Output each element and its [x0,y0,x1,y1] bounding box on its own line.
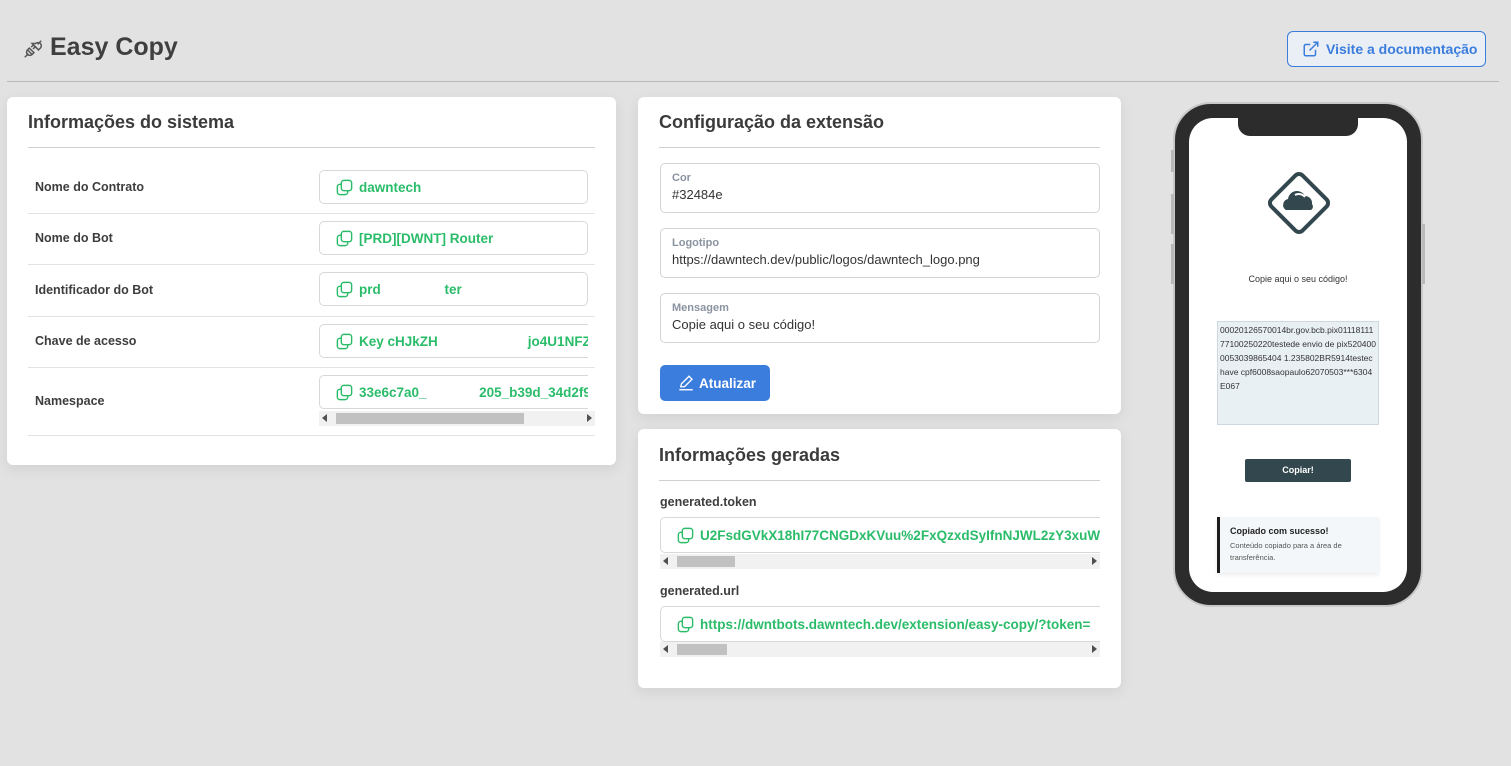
divider [659,480,1100,481]
preview-code-box: 00020126570014br.gov.bcb.pix011181117710… [1217,321,1379,425]
scroll-left-icon[interactable] [322,414,327,422]
toast-title: Copiado com sucesso! [1230,526,1329,536]
token-scrollbar[interactable] [660,554,1100,569]
info-row-access-key: Chave de acesso Key cHJkZH jo4U1NFZn [28,317,595,368]
copy-generated-token[interactable]: U2FsdGVkX18hI77CNGDxKVuu%2FxQzxdSyIfnNJW… [660,517,1100,553]
header-divider [7,81,1499,82]
generated-token-label: generated.token [660,495,757,509]
copy-bot-name-value[interactable]: [PRD][DWNT] Router [319,221,588,255]
info-row-bot-name: Nome do Bot [PRD][DWNT] Router [28,214,595,265]
namespace-scrollbar[interactable] [319,411,595,426]
toast-text: Conteúdo copiado para a área de transfer… [1230,541,1342,562]
preview-copy-button[interactable]: Copiar! [1245,459,1351,482]
config-title: Configuração da extensão [659,112,885,132]
success-toast: Copiado com sucesso! Conteúdo copiado pa… [1217,517,1379,573]
info-value: prd ter [359,281,462,297]
copy-generated-url[interactable]: https://dwntbots.dawntech.dev/extension/… [660,606,1100,642]
info-row-namespace: Namespace 33e6c7a0_ 205_b39d_34d2f9 [28,368,595,436]
documentation-button-label: Visite a documentação [1326,41,1478,57]
documentation-button[interactable]: Visite a documentação [1287,31,1486,67]
logo-field[interactable]: Logotipo https://dawntech.dev/public/log… [660,228,1100,278]
system-info-title: Informações do sistema [28,112,235,132]
scroll-thumb[interactable] [677,644,727,655]
scroll-left-icon[interactable] [663,557,668,565]
copy-icon [336,230,353,246]
scroll-left-icon[interactable] [663,645,668,653]
phone-notch [1238,118,1358,136]
info-row-contract: Nome do Contrato dawntech [28,162,595,214]
scroll-right-icon[interactable] [1092,645,1097,653]
scroll-right-icon[interactable] [1092,557,1097,565]
color-field[interactable]: Cor #32484e [660,163,1100,213]
phone-side-button [1171,150,1174,172]
color-field-label: Cor [672,172,691,184]
info-value: dawntech [359,179,422,195]
scroll-right-icon[interactable] [587,414,592,422]
info-value: [PRD][DWNT] Router [359,230,494,246]
copy-icon [336,384,353,400]
logo-field-label: Logotipo [672,237,720,249]
phone-screen: Copie aqui o seu código! 00020126570014b… [1189,118,1407,592]
copy-icon [336,281,353,297]
info-label: Identificador do Bot [35,283,154,297]
copy-icon [336,333,353,349]
copy-contract-value[interactable]: dawntech [319,170,588,204]
info-value: Key cHJkZH jo4U1NFZn [359,333,588,349]
color-field-value[interactable]: #32484e [672,187,1088,202]
pencil-icon [679,375,693,391]
scroll-thumb[interactable] [677,556,735,567]
scroll-thumb[interactable] [336,413,524,424]
preview-message: Copie aqui o seu código! [1248,274,1348,284]
copy-access-key-value[interactable]: Key cHJkZH jo4U1NFZn [319,324,588,358]
copy-bot-id-value[interactable]: prd ter [319,272,588,306]
info-label: Nome do Bot [35,231,113,245]
phone-preview: Copie aqui o seu código! 00020126570014b… [1171,102,1425,607]
copy-icon [336,179,353,195]
copy-namespace-value[interactable]: 33e6c7a0_ 205_b39d_34d2f9 [319,375,588,409]
update-button-label: Atualizar [699,375,757,391]
plug-icon [24,40,42,58]
info-row-bot-id: Identificador do Bot prd ter [28,265,595,317]
copy-icon [677,527,694,543]
update-button[interactable]: Atualizar [660,365,770,401]
generated-title: Informações geradas [659,445,841,465]
info-value: 33e6c7a0_ 205_b39d_34d2f9 [359,384,588,400]
phone-side-button [1171,194,1174,234]
phone-side-button [1422,224,1425,284]
generated-token-value: U2FsdGVkX18hI77CNGDxKVuu%2FxQzxdSyIfnNJW… [700,527,1100,543]
generated-url-label: generated.url [660,584,740,598]
page-header: Easy Copy Visite a documentação [0,0,1511,82]
message-field-value[interactable]: Copie aqui o seu código! [672,317,1088,332]
page-title: Easy Copy [50,33,178,61]
external-link-icon [1303,41,1319,57]
phone-side-button [1171,244,1174,284]
system-info-card: Informações do sistema Nome do Contrato … [7,97,616,465]
message-field[interactable]: Mensagem Copie aqui o seu código! [660,293,1100,343]
info-label: Chave de acesso [35,334,137,348]
info-label: Nome do Contrato [35,180,145,194]
divider [28,147,595,148]
info-label: Namespace [35,394,105,408]
generated-info-card: Informações geradas generated.token U2Fs… [638,429,1121,688]
extension-config-card: Configuração da extensão Cor #32484e Log… [638,97,1121,414]
copy-icon [677,616,694,632]
dawntech-logo-icon [1267,171,1331,235]
logo-field-value[interactable]: https://dawntech.dev/public/logos/dawnte… [672,252,1088,267]
generated-url-value: https://dwntbots.dawntech.dev/extension/… [700,616,1091,632]
url-scrollbar[interactable] [660,642,1100,657]
message-field-label: Mensagem [672,302,729,314]
divider [659,147,1100,148]
